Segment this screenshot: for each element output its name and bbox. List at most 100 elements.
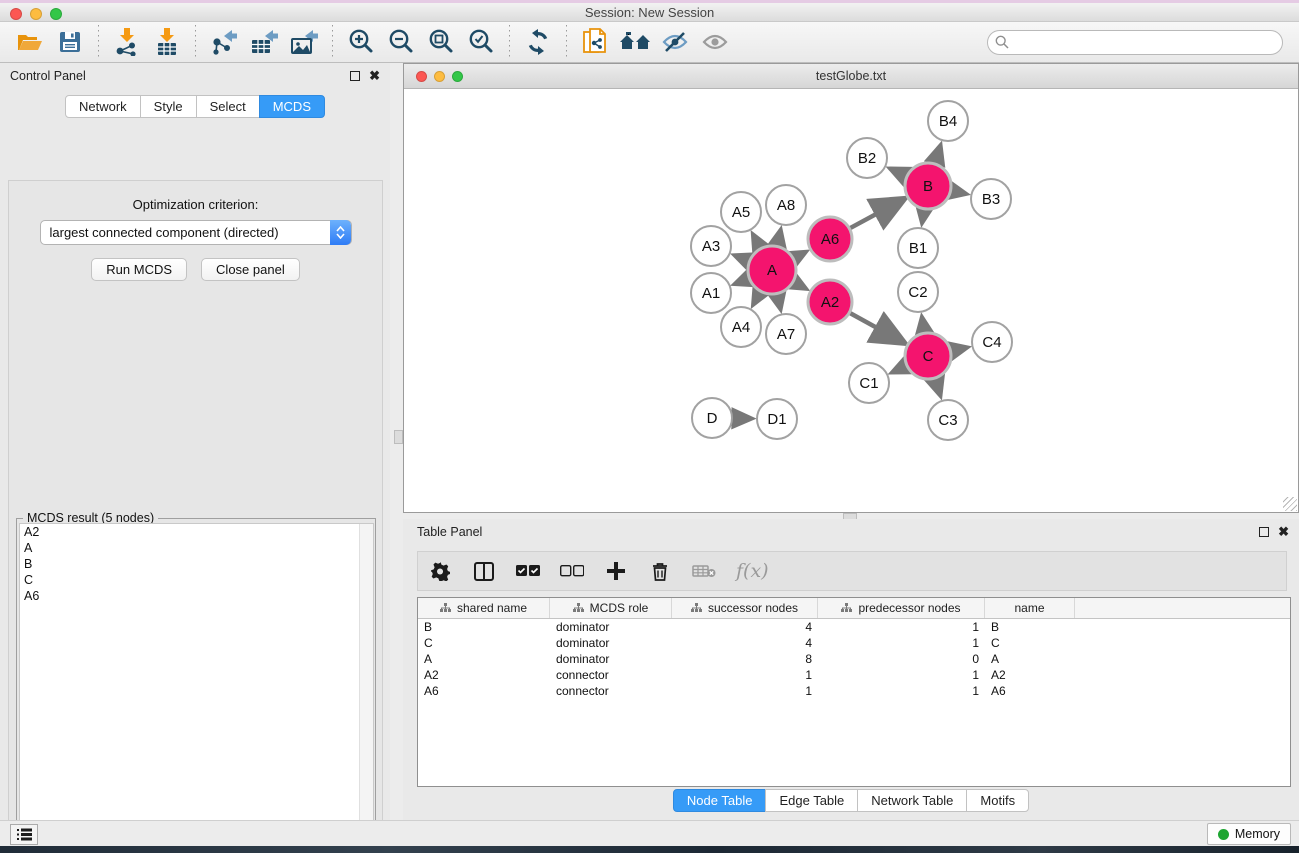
- table-cell-shared_name[interactable]: A2: [418, 667, 550, 683]
- import-table-button[interactable]: [150, 26, 184, 58]
- mcds-result-item[interactable]: A2: [20, 524, 373, 540]
- import-network-button[interactable]: [110, 26, 144, 58]
- close-panel-icon[interactable]: ✖: [1278, 527, 1289, 537]
- table-cell-shared_name[interactable]: B: [418, 619, 550, 635]
- table-cell-shared_name[interactable]: C: [418, 635, 550, 651]
- tab-network[interactable]: Network: [65, 95, 141, 118]
- close-panel-button[interactable]: Close panel: [201, 258, 300, 281]
- graph-edge-A6-B[interactable]: [850, 200, 902, 228]
- graph-edge-C-C1[interactable]: [893, 366, 907, 372]
- mcds-result-item[interactable]: B: [20, 556, 373, 572]
- table-cell-name[interactable]: A6: [985, 683, 1075, 699]
- graph-edge-A-A5[interactable]: [753, 235, 760, 248]
- graph-edge-A-A8[interactable]: [777, 230, 780, 245]
- window-resize-grip[interactable]: [1283, 497, 1297, 511]
- table-cell-successors[interactable]: 4: [672, 619, 818, 635]
- mcds-result-list[interactable]: A2ABCA6: [19, 523, 374, 853]
- network-canvas[interactable]: B4B2BB3B1A5A8A6A3AA1A2A4A7C2C4CC1C3DD1: [404, 89, 1298, 512]
- mcds-result-item[interactable]: C: [20, 572, 373, 588]
- table-row[interactable]: A6connector11A6: [418, 683, 1290, 699]
- network-window-controls[interactable]: [416, 71, 463, 82]
- log-console-button[interactable]: [10, 824, 38, 845]
- table-row[interactable]: Cdominator41C: [418, 635, 1290, 651]
- zoom-out-button[interactable]: [384, 26, 418, 58]
- select-all-rows-button[interactable]: [516, 559, 540, 583]
- mcds-result-item[interactable]: A: [20, 540, 373, 556]
- zoom-in-button[interactable]: [344, 26, 378, 58]
- graph-edge-A-A3[interactable]: [735, 256, 749, 261]
- table-cell-predecessors[interactable]: 1: [818, 683, 985, 699]
- tab-motifs[interactable]: Motifs: [966, 789, 1029, 812]
- graph-edge-A-A2[interactable]: [794, 282, 806, 288]
- function-builder-button[interactable]: f(x): [736, 560, 769, 582]
- run-mcds-button[interactable]: Run MCDS: [91, 258, 187, 281]
- close-panel-icon[interactable]: ✖: [369, 71, 380, 81]
- zoom-window-button[interactable]: [452, 71, 463, 82]
- graph-edge-B-B1[interactable]: [922, 210, 924, 223]
- export-network-button[interactable]: [207, 26, 241, 58]
- search-field[interactable]: [987, 30, 1283, 55]
- table-row[interactable]: Bdominator41B: [418, 619, 1290, 635]
- deselect-all-rows-button[interactable]: [560, 559, 584, 583]
- table-cell-name[interactable]: A2: [985, 667, 1075, 683]
- graph-edge-C-C2[interactable]: [922, 318, 924, 333]
- float-panel-icon[interactable]: [1259, 527, 1269, 537]
- show-all-button[interactable]: [698, 26, 732, 58]
- table-cell-predecessors[interactable]: 0: [818, 651, 985, 667]
- graph-edge-B-B3[interactable]: [952, 191, 966, 194]
- criterion-dropdown[interactable]: largest connected component (directed): [40, 220, 352, 245]
- table-cell-predecessors[interactable]: 1: [818, 619, 985, 635]
- graph-edge-A-A7[interactable]: [777, 294, 780, 308]
- panel-divider-handle[interactable]: [394, 430, 403, 444]
- zoom-selected-button[interactable]: [464, 26, 498, 58]
- float-panel-icon[interactable]: [350, 71, 360, 81]
- table-header-row[interactable]: shared nameMCDS rolesuccessor nodesprede…: [418, 598, 1290, 619]
- mcds-result-item[interactable]: A6: [20, 588, 373, 604]
- export-image-button[interactable]: [287, 26, 321, 58]
- table-cell-name[interactable]: A: [985, 651, 1075, 667]
- window-controls[interactable]: [10, 8, 62, 20]
- graph-edge-C-C3[interactable]: [935, 379, 940, 395]
- graph-edge-A2-C[interactable]: [850, 313, 902, 342]
- delete-column-button[interactable]: [648, 559, 672, 583]
- tab-network-table[interactable]: Network Table: [857, 789, 967, 812]
- tab-node-table[interactable]: Node Table: [673, 789, 767, 812]
- table-options-button[interactable]: [428, 559, 452, 583]
- graph-edge-A-A6[interactable]: [794, 252, 805, 258]
- graph-edge-A-A1[interactable]: [735, 279, 748, 284]
- table-cell-successors[interactable]: 1: [672, 683, 818, 699]
- table-cell-mcds_role[interactable]: connector: [550, 683, 672, 699]
- save-session-button[interactable]: [53, 26, 87, 58]
- node-table[interactable]: shared nameMCDS rolesuccessor nodesprede…: [417, 597, 1291, 787]
- tab-mcds[interactable]: MCDS: [259, 95, 325, 118]
- table-cell-mcds_role[interactable]: dominator: [550, 635, 672, 651]
- graph-edge-C-C4[interactable]: [951, 348, 966, 351]
- minimize-window-button[interactable]: [434, 71, 445, 82]
- table-cell-shared_name[interactable]: A: [418, 651, 550, 667]
- clone-network-button[interactable]: [578, 26, 612, 58]
- export-table-button[interactable]: [247, 26, 281, 58]
- graph-edge-B-B2[interactable]: [891, 169, 907, 176]
- show-column-panel-button[interactable]: [472, 559, 496, 583]
- column-header-name[interactable]: name: [985, 598, 1075, 618]
- zoom-window-button[interactable]: [50, 8, 62, 20]
- table-cell-mcds_role[interactable]: dominator: [550, 619, 672, 635]
- table-cell-name[interactable]: B: [985, 619, 1075, 635]
- table-cell-successors[interactable]: 8: [672, 651, 818, 667]
- zoom-fit-button[interactable]: [424, 26, 458, 58]
- first-neighbors-button[interactable]: [618, 26, 652, 58]
- open-session-button[interactable]: [13, 26, 47, 58]
- table-cell-mcds_role[interactable]: dominator: [550, 651, 672, 667]
- column-header-MCDS-role[interactable]: MCDS role: [550, 598, 672, 618]
- graph-edge-B-B4[interactable]: [935, 146, 940, 163]
- graph-edge-A-A4[interactable]: [753, 292, 760, 304]
- tab-style[interactable]: Style: [140, 95, 197, 118]
- column-header-shared-name[interactable]: shared name: [418, 598, 550, 618]
- table-cell-name[interactable]: C: [985, 635, 1075, 651]
- table-cell-predecessors[interactable]: 1: [818, 635, 985, 651]
- tab-edge-table[interactable]: Edge Table: [765, 789, 858, 812]
- column-header-successor-nodes[interactable]: successor nodes: [672, 598, 818, 618]
- table-cell-shared_name[interactable]: A6: [418, 683, 550, 699]
- table-row[interactable]: Adominator80A: [418, 651, 1290, 667]
- delete-table-button[interactable]: [692, 559, 716, 583]
